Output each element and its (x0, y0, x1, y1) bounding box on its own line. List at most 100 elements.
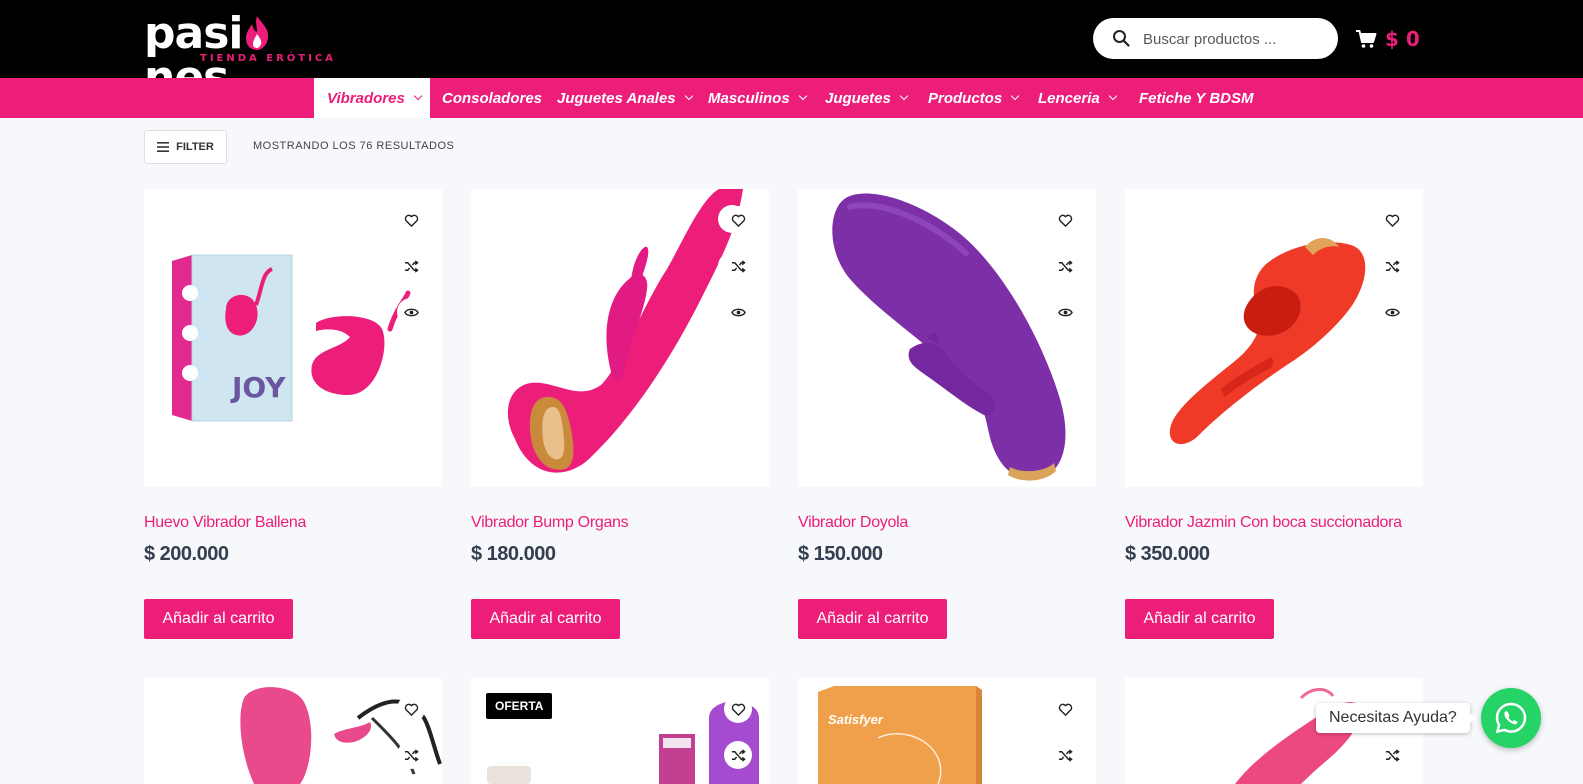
shuffle-icon (731, 259, 746, 273)
product-photo-rabbit-vibrator (507, 189, 746, 473)
wishlist-button[interactable] (1051, 206, 1079, 234)
nav-item-juguetes-anales[interactable]: Juguetes Anales (557, 78, 693, 118)
nav-item-juguetes[interactable]: Juguetes (825, 78, 909, 118)
nav-label: Lenceria (1038, 89, 1100, 107)
nav-label: Juguetes Anales (557, 89, 676, 107)
product-image[interactable] (1125, 189, 1423, 487)
compare-button[interactable] (397, 741, 425, 769)
product-title[interactable]: Vibrador Bump Organs (471, 514, 629, 532)
whatsapp-button[interactable] (1481, 688, 1541, 748)
eye-icon (403, 308, 419, 316)
product-price: $ 200.000 (144, 543, 229, 565)
logo-flame-icon (246, 16, 269, 50)
heart-icon (404, 703, 418, 716)
main-navigation: Vibradores Consoladores Juguetes Anales … (0, 78, 1583, 118)
whatsapp-icon (1495, 702, 1527, 734)
top-header: pasines TIENDA ERÓTICA $ 0 (0, 0, 1583, 100)
heart-icon (1385, 214, 1399, 227)
compare-button[interactable] (1378, 741, 1406, 769)
quick-view-button[interactable] (724, 298, 752, 326)
product-title[interactable]: Vibrador Jazmin Con boca succionadora (1125, 514, 1402, 532)
add-to-cart-button[interactable]: Añadir al carrito (144, 599, 293, 639)
shuffle-icon (731, 748, 746, 762)
nav-label: Vibradores (327, 89, 405, 107)
help-tooltip[interactable]: Necesitas Ayuda? (1316, 703, 1476, 733)
filter-button[interactable]: FILTER (144, 130, 227, 164)
shuffle-icon (404, 748, 419, 762)
search-icon[interactable] (1112, 29, 1130, 47)
product-title[interactable]: Huevo Vibrador Ballena (144, 514, 306, 532)
wishlist-button[interactable] (724, 695, 752, 723)
shuffle-icon (404, 259, 419, 273)
product-photo-egg-vibrator: JOY (172, 254, 411, 422)
chevron-down-icon (1010, 91, 1020, 101)
product-price: $ 180.000 (471, 543, 556, 565)
wishlist-button[interactable] (1051, 695, 1079, 723)
product-photo-red-suction-vibrator (1169, 238, 1366, 445)
add-to-cart-button[interactable]: Añadir al carrito (471, 599, 620, 639)
compare-button[interactable] (1378, 252, 1406, 280)
product-photo-pink-strap (240, 687, 442, 784)
wishlist-button[interactable] (397, 695, 425, 723)
nav-item-fetiche-bdsm[interactable]: Fetiche Y BDSM (1139, 78, 1253, 118)
heart-icon (731, 703, 745, 716)
product-price: $ 350.000 (1125, 543, 1210, 565)
nav-label: Fetiche Y BDSM (1139, 89, 1254, 107)
nav-label: Productos (928, 89, 1003, 107)
box-label: JOY (230, 371, 286, 404)
product-image[interactable]: JOY (144, 189, 442, 487)
product-image[interactable]: OFERTA (471, 678, 769, 784)
quick-view-button[interactable] (397, 298, 425, 326)
eye-icon (1057, 308, 1073, 316)
wishlist-button[interactable] (724, 206, 752, 234)
add-to-cart-button[interactable]: Añadir al carrito (798, 599, 947, 639)
shuffle-icon (1385, 748, 1400, 762)
nav-item-productos[interactable]: Productos (928, 78, 1020, 118)
nav-label: Consoladores (442, 89, 543, 107)
add-to-cart-button[interactable]: Añadir al carrito (1125, 599, 1274, 639)
quick-view-button[interactable] (1378, 298, 1406, 326)
shuffle-icon (1385, 259, 1400, 273)
nav-item-masculinos[interactable]: Masculinos (708, 78, 807, 118)
product-photo-purple-vibrator (832, 193, 1066, 481)
compare-button[interactable] (724, 741, 752, 769)
chevron-down-icon (684, 91, 693, 101)
wishlist-button[interactable] (397, 206, 425, 234)
compare-button[interactable] (397, 252, 425, 280)
heart-icon (731, 214, 745, 227)
chevron-down-icon (798, 91, 807, 101)
quick-view-button[interactable] (1051, 298, 1079, 326)
box-label: Satisfyer (828, 712, 884, 727)
product-search[interactable] (1093, 18, 1338, 59)
product-price: $ 150.000 (798, 543, 883, 565)
chevron-down-icon (1108, 91, 1117, 101)
product-image[interactable] (798, 189, 1096, 487)
search-input[interactable] (1143, 28, 1323, 50)
logo-tagline: TIENDA ERÓTICA (200, 53, 336, 64)
product-image[interactable]: Satisfyer (798, 678, 1096, 784)
heart-icon (1058, 703, 1072, 716)
menu-icon (157, 142, 170, 152)
heart-icon (1058, 214, 1072, 227)
nav-item-lenceria[interactable]: Lenceria (1038, 78, 1117, 118)
wishlist-button[interactable] (1378, 206, 1406, 234)
eye-icon (730, 308, 746, 316)
product-photo-satisfyer-box: Satisfyer (818, 686, 982, 784)
product-image[interactable] (471, 189, 769, 487)
site-logo[interactable]: pasines TIENDA ERÓTICA (144, 6, 344, 100)
product-image[interactable] (144, 678, 442, 784)
eye-icon (1384, 308, 1400, 316)
nav-item-consoladores[interactable]: Consoladores (442, 78, 542, 118)
chevron-down-icon (413, 91, 423, 101)
chevron-down-icon (899, 91, 909, 101)
nav-item-vibradores[interactable]: Vibradores (314, 78, 430, 118)
cart-total: $ 0 (1385, 27, 1420, 51)
help-label: Necesitas Ayuda? (1329, 709, 1457, 726)
compare-button[interactable] (1051, 252, 1079, 280)
filter-label: FILTER (176, 141, 214, 153)
compare-button[interactable] (724, 252, 752, 280)
product-title[interactable]: Vibrador Doyola (798, 514, 908, 532)
cart-button[interactable]: $ 0 (1355, 26, 1420, 52)
heart-icon (404, 214, 418, 227)
compare-button[interactable] (1051, 741, 1079, 769)
